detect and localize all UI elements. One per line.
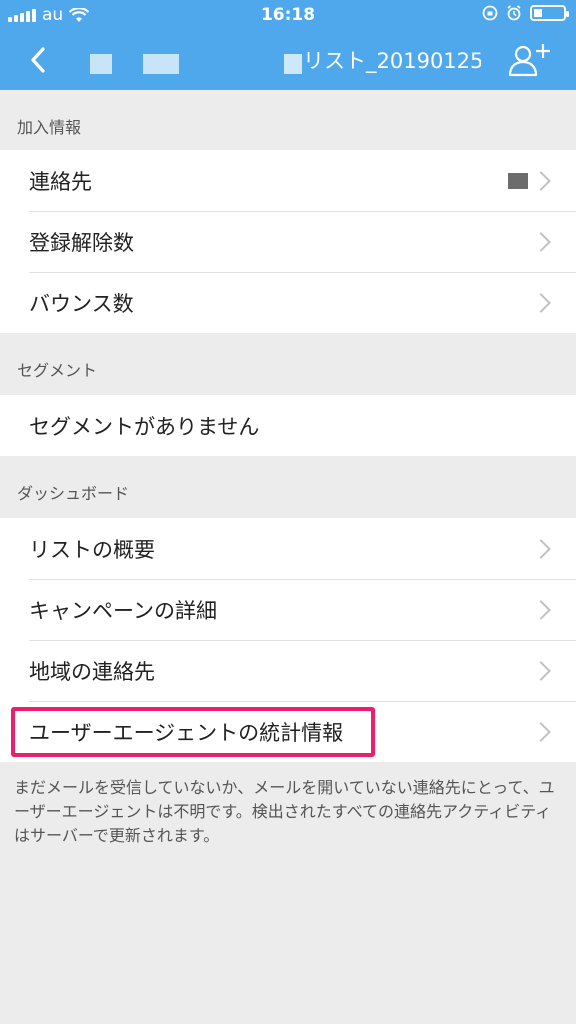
row-label: 地域の連絡先: [29, 659, 155, 684]
row-label: ユーザーエージェントの統計情報: [29, 720, 344, 745]
add-user-button[interactable]: [502, 38, 556, 82]
row-list-overview[interactable]: リストの概要: [0, 518, 576, 579]
redacted-block: [90, 54, 112, 74]
chevron-right-icon: [531, 231, 551, 252]
row-regional-contacts[interactable]: 地域の連絡先: [0, 640, 576, 701]
rotation-lock-icon: [482, 5, 498, 21]
section-header-segments: セグメント: [17, 361, 98, 380]
row-label: リストの概要: [29, 537, 155, 562]
chevron-left-icon: [31, 47, 45, 73]
chevron-right-icon: [531, 292, 551, 313]
redacted-block: [284, 54, 302, 74]
app-header: au 16:18 リスト_20190125: [0, 0, 576, 90]
nav-bar: リスト_20190125: [0, 30, 576, 90]
row-no-segments: セグメントがありません: [0, 395, 576, 456]
row-label: バウンス数: [29, 291, 134, 316]
redacted-count: [508, 173, 528, 189]
row-contacts[interactable]: 連絡先: [0, 150, 576, 211]
subscription-group: 連絡先 登録解除数 バウンス数: [0, 150, 576, 333]
redacted-block: [143, 54, 179, 74]
section-header-dashboard: ダッシュボード: [17, 484, 130, 503]
chevron-right-icon: [531, 170, 551, 191]
chevron-right-icon: [531, 599, 551, 620]
alarm-icon: [507, 5, 521, 21]
status-bar: au 16:18: [0, 0, 576, 30]
row-user-agent-stats[interactable]: ユーザーエージェントの統計情報: [0, 701, 576, 762]
chevron-right-icon: [531, 660, 551, 681]
segments-group: セグメントがありません: [0, 395, 576, 456]
row-campaign-details[interactable]: キャンペーンの詳細: [0, 579, 576, 640]
section-header-subscription: 加入情報: [17, 118, 82, 137]
footnote-text: まだメールを受信していないか、メールを開いていない連絡先にとって、ユーザーエージ…: [14, 778, 555, 845]
back-button[interactable]: [18, 38, 58, 82]
row-label: キャンペーンの詳細: [29, 598, 217, 623]
chevron-right-icon: [531, 721, 551, 742]
dashboard-group: リストの概要 キャンペーンの詳細 地域の連絡先 ユーザーエージェントの統計情報: [0, 518, 576, 762]
chevron-right-icon: [531, 538, 551, 559]
battery-icon: [530, 5, 569, 21]
row-label: セグメントがありません: [29, 414, 260, 439]
row-label: 連絡先: [29, 169, 92, 194]
row-bounces[interactable]: バウンス数: [0, 272, 576, 333]
page-title: リスト_20190125: [303, 49, 481, 73]
row-label: 登録解除数: [29, 230, 134, 255]
add-user-icon: [508, 44, 550, 77]
row-unsubscribes[interactable]: 登録解除数: [0, 211, 576, 272]
